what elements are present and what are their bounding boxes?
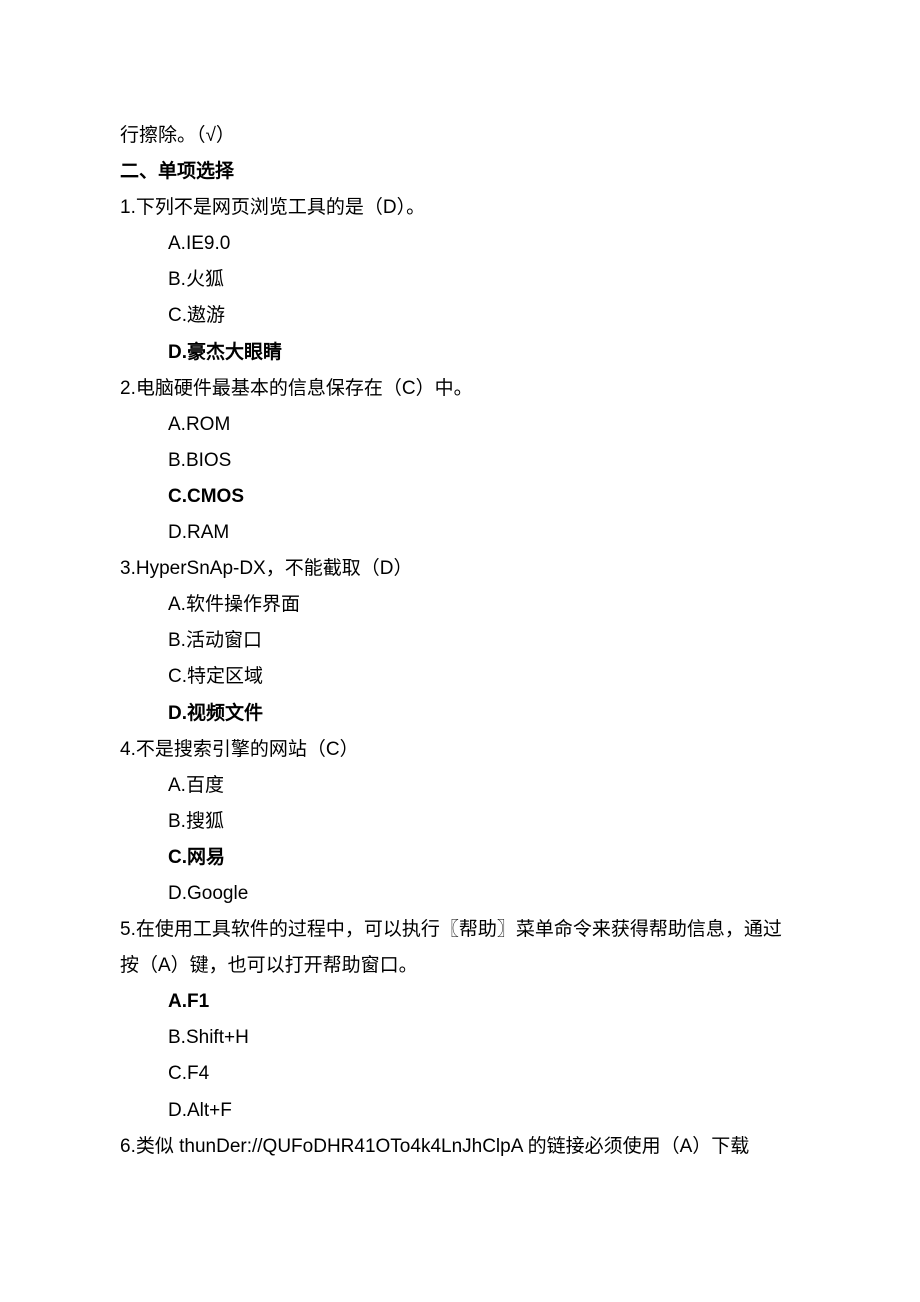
intro-fragment: 行擦除。（√） [120,118,800,154]
question-option: C.网易 [120,840,800,876]
question-option: D.Alt+F [120,1093,800,1129]
question-option: A.ROM [120,407,800,443]
question-stem: 5.在使用工具软件的过程中，可以执行〖帮助〗菜单命令来获得帮助信息，通过按（A）… [120,912,800,984]
question-stem: 2.电脑硬件最基本的信息保存在（C）中。 [120,371,800,407]
question-stem: 4.不是搜索引擎的网站（C） [120,732,800,768]
question-option: D.Google [120,876,800,912]
question-option: B.Shift+H [120,1020,800,1056]
question-option: D.RAM [120,515,800,551]
document-page: 行擦除。（√） 二、单项选择 1.下列不是网页浏览工具的是（D）。A.IE9.0… [0,0,920,1302]
question-option: A.软件操作界面 [120,587,800,623]
questions-container: 1.下列不是网页浏览工具的是（D）。A.IE9.0B.火狐C.遨游D.豪杰大眼睛… [120,190,800,1165]
question-option: C.特定区域 [120,659,800,695]
question-option: D.豪杰大眼睛 [120,335,800,371]
question-option: B.BIOS [120,443,800,479]
question-stem: 3.HyperSnAp-DX，不能截取（D） [120,551,800,587]
question-option: C.CMOS [120,479,800,515]
question-option: C.遨游 [120,298,800,334]
question-option: A.IE9.0 [120,226,800,262]
section-heading: 二、单项选择 [120,154,800,190]
question-option: B.搜狐 [120,804,800,840]
question-option: C.F4 [120,1056,800,1092]
question-stem: 6.类似 thunDer://QUFoDHR41OTo4k4LnJhClpA 的… [120,1129,800,1165]
question-option: A.F1 [120,984,800,1020]
question-stem: 1.下列不是网页浏览工具的是（D）。 [120,190,800,226]
question-option: B.火狐 [120,262,800,298]
question-option: D.视频文件 [120,696,800,732]
question-option: B.活动窗口 [120,623,800,659]
question-option: A.百度 [120,768,800,804]
